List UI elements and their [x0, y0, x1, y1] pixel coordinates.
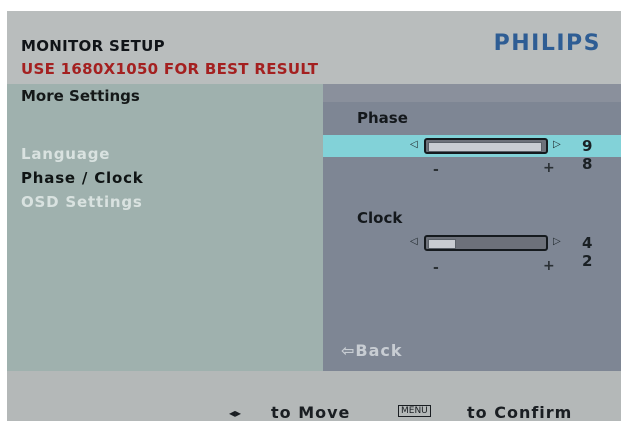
back-arrow-icon: ⇦ — [341, 341, 356, 360]
settings-panel: Phase ◁ ▷ 9 8 - + Clock ◁ ▷ 4 2 - + ⇦Bac… — [323, 84, 621, 371]
increase-arrow-icon[interactable]: ▷ — [553, 139, 561, 150]
phase-slider[interactable] — [424, 138, 548, 154]
move-hint: to Move — [271, 403, 351, 422]
osd-footer: ◂▸ to Move MENU to Confirm — [7, 371, 621, 422]
increase-arrow-icon[interactable]: ▷ — [553, 236, 561, 247]
confirm-hint: to Confirm — [467, 403, 573, 422]
phase-plus: + — [543, 160, 555, 176]
phase-label: Phase — [357, 109, 408, 127]
osd-screen: MONITOR SETUP USE 1680X1050 FOR BEST RES… — [7, 11, 621, 422]
decrease-arrow-icon[interactable]: ◁ — [410, 139, 418, 150]
menu-item-osd-settings[interactable]: OSD Settings — [21, 193, 143, 211]
clock-value: 4 2 — [582, 234, 598, 270]
phase-minus: - — [433, 162, 439, 178]
back-label: Back — [355, 341, 403, 360]
brand-logo: PHILIPS — [493, 31, 601, 56]
clock-minus: - — [433, 260, 439, 276]
osd-header: MONITOR SETUP USE 1680X1050 FOR BEST RES… — [7, 11, 621, 84]
clock-label: Clock — [357, 209, 403, 227]
menu-item-phase-clock[interactable]: Phase / Clock — [21, 169, 144, 187]
menu-panel: More Settings Language Phase / Clock OSD… — [7, 84, 323, 371]
decrease-arrow-icon[interactable]: ◁ — [410, 236, 418, 247]
clock-plus: + — [543, 258, 555, 274]
resolution-hint: USE 1680X1050 FOR BEST RESULT — [21, 60, 319, 78]
menu-key-icon: MENU — [398, 405, 431, 417]
section-title: More Settings — [21, 87, 140, 105]
clock-slider-fill — [428, 239, 456, 249]
left-right-arrows-icon: ◂▸ — [229, 406, 242, 420]
panel-top-band — [323, 84, 621, 102]
phase-slider-fill — [428, 142, 542, 152]
osd-title: MONITOR SETUP — [21, 37, 165, 55]
phase-value: 9 8 — [582, 137, 598, 173]
phase-row-highlight[interactable]: ◁ ▷ 9 8 — [323, 135, 621, 173]
clock-slider[interactable] — [424, 235, 548, 251]
menu-item-language[interactable]: Language — [21, 145, 110, 163]
back-button[interactable]: ⇦Back — [341, 341, 403, 360]
